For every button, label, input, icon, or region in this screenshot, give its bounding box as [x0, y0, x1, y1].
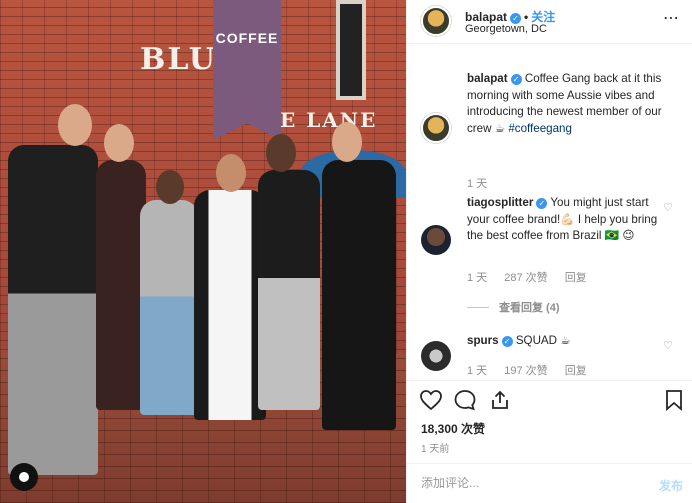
post-timestamp: 1 天前: [421, 444, 450, 455]
commenter-avatar[interactable]: [421, 341, 451, 371]
comment-bubble-icon[interactable]: [453, 389, 477, 417]
caption-meta: 1 天: [467, 175, 501, 191]
post-comment-button[interactable]: 发布: [659, 477, 683, 494]
comment-text: tiagosplitter ✓ You might just start your…: [467, 195, 667, 245]
person-1: [8, 145, 98, 475]
add-comment-input[interactable]: [421, 476, 641, 490]
comment-like-heart-icon[interactable]: ♡: [663, 339, 673, 352]
commenter-avatar[interactable]: [421, 225, 451, 255]
separator-dot: •: [524, 10, 529, 24]
caption-time: 1 天: [467, 178, 488, 190]
view-replies-button[interactable]: 查看回复 (4): [467, 299, 560, 315]
verified-icon: ✓: [536, 198, 548, 209]
person-5-head: [266, 134, 296, 172]
follow-button[interactable]: 关注: [531, 10, 555, 24]
person-6-head: [332, 122, 362, 162]
add-comment-bar: 发布: [407, 463, 692, 503]
comment-time: 1 天: [467, 272, 488, 284]
flag-text: COFFEE: [215, 30, 279, 46]
building-window: [336, 0, 366, 100]
person-5: [258, 170, 320, 410]
person-4-head: [216, 154, 246, 192]
person-2-head: [104, 124, 134, 162]
person-3-head: [156, 170, 184, 204]
author-username[interactable]: balapat: [465, 10, 507, 24]
comment-meta: 1 天 287 次赞 回复: [467, 269, 601, 285]
tagged-people-icon[interactable]: [10, 463, 38, 491]
likes-count[interactable]: 18,300 次赞: [421, 420, 485, 437]
person-2: [96, 160, 146, 410]
hashtag-link[interactable]: #coffeegang: [508, 122, 572, 135]
reply-button[interactable]: 回复: [565, 272, 587, 284]
action-bar: [407, 380, 692, 420]
comment-like-heart-icon[interactable]: ♡: [663, 201, 673, 214]
person-1-head: [58, 104, 92, 146]
caption-avatar[interactable]: [421, 113, 451, 143]
more-options-icon[interactable]: ⋯: [663, 8, 680, 28]
person-3: [140, 200, 198, 415]
comment-username[interactable]: tiagosplitter: [467, 196, 533, 209]
person-6: [322, 160, 396, 430]
comment-time: 1 天: [467, 365, 488, 377]
comment-text: spurs ✓ SQUAD ☕: [467, 333, 667, 350]
person-4: [194, 190, 266, 420]
store-sign-lane: E LANE: [280, 108, 378, 132]
comments-list[interactable]: balapat ✓ Coffee Gang back at it this mor…: [407, 57, 692, 379]
reply-button[interactable]: 回复: [565, 365, 587, 377]
location-link[interactable]: Georgetown, DC: [465, 23, 547, 35]
comment-username[interactable]: spurs: [467, 334, 499, 347]
verified-icon: ✓: [501, 336, 513, 347]
coffee-flag: COFFEE: [213, 0, 281, 140]
verified-icon: ✓: [510, 74, 522, 85]
caption-text: balapat ✓ Coffee Gang back at it this mor…: [467, 71, 667, 137]
comment-meta: 1 天 197 次赞 回复: [467, 362, 601, 378]
author-avatar[interactable]: [421, 6, 451, 36]
post-header: balapat ✓ • 关注 Georgetown, DC ⋯: [407, 0, 692, 44]
comment-likes[interactable]: 287 次赞: [504, 272, 547, 284]
post-photo[interactable]: BLUE E LANE COFFEE: [0, 0, 406, 503]
share-icon[interactable]: [489, 389, 511, 417]
comment-likes[interactable]: 197 次赞: [504, 365, 547, 377]
caption-username[interactable]: balapat: [467, 72, 508, 85]
comment-body: SQUAD ☕: [515, 334, 571, 347]
like-heart-icon[interactable]: [419, 389, 443, 417]
bookmark-icon[interactable]: [665, 389, 683, 417]
post-details-pane: balapat ✓ • 关注 Georgetown, DC ⋯ balapat ✓ Co…: [406, 0, 692, 503]
